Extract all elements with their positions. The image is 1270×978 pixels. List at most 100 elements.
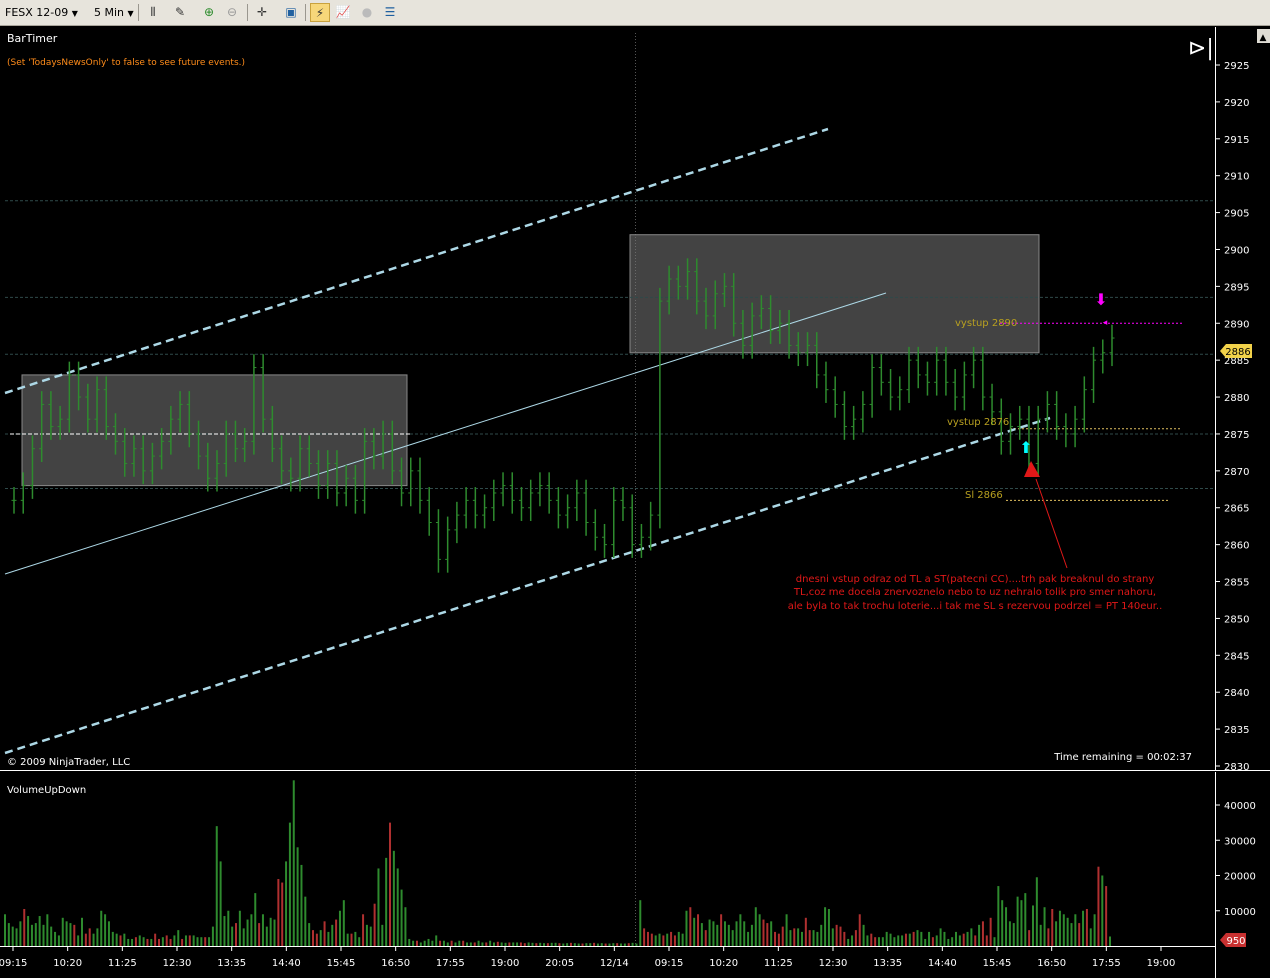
volume-bar <box>889 933 892 946</box>
volume-bar <box>215 826 218 946</box>
volume-bar <box>169 938 172 946</box>
volume-bar <box>489 940 492 946</box>
volume-bar <box>866 935 869 946</box>
volume-bar <box>743 921 746 946</box>
volume-bar <box>827 908 830 946</box>
volume-bar <box>670 931 673 946</box>
volume-bar <box>88 928 91 946</box>
volume-bar <box>789 930 792 946</box>
volume-bar <box>131 938 134 946</box>
zoom-out-icon[interactable]: ⊖ <box>222 3 242 22</box>
play-end-icon[interactable]: ⊳| <box>1188 36 1214 61</box>
exit-arrow-icon: ⬇ <box>1094 290 1107 309</box>
properties-icon[interactable]: ▣ <box>281 3 301 22</box>
volume-bar <box>924 938 927 946</box>
volume-bar <box>608 943 611 946</box>
indicators-icon[interactable]: 📈 <box>333 3 353 22</box>
price-tick-label: 2865 <box>1224 504 1249 515</box>
entry-annotation: vystup 2876 <box>947 417 1009 428</box>
volume-bar <box>485 942 488 946</box>
volume-bar <box>23 908 26 946</box>
volume-bar <box>150 938 153 946</box>
volume-bar <box>111 931 114 946</box>
volume-bar <box>415 940 418 946</box>
volume-bar <box>223 916 226 946</box>
volume-bar <box>881 937 884 946</box>
volume-bar <box>165 935 168 946</box>
draw-tool-icon[interactable]: ✎ <box>170 3 190 22</box>
volume-bar <box>1058 910 1061 946</box>
volume-bar <box>177 930 180 946</box>
volume-bar <box>785 914 788 946</box>
volume-bar <box>689 907 692 946</box>
data-box-icon[interactable]: ☰ <box>380 3 400 22</box>
volume-bar <box>981 921 984 946</box>
volume-bar <box>793 928 796 946</box>
volume-bar <box>385 857 388 946</box>
volume-bar <box>1005 907 1008 946</box>
volume-bar <box>466 942 469 946</box>
volume-bar <box>1051 908 1054 946</box>
volume-bar <box>804 917 807 946</box>
volume-bar <box>978 924 981 946</box>
time-remaining-label: Time remaining = 00:02:37 <box>1053 752 1192 763</box>
volume-bar <box>11 926 14 946</box>
volume-bar <box>219 861 222 946</box>
interval-label: 5 Min <box>94 6 125 19</box>
crosshair-icon[interactable]: ✛ <box>252 3 272 22</box>
volume-bar <box>7 923 10 946</box>
volume-bar <box>731 930 734 946</box>
instrument-selector[interactable]: FESX 12-09 ▼ <box>5 3 78 22</box>
news-note: (Set 'TodaysNewsOnly' to false to see fu… <box>7 58 245 68</box>
volume-bar <box>954 931 957 946</box>
volume-bar <box>204 937 207 946</box>
volume-bar <box>138 935 141 946</box>
volume-bar <box>34 923 37 946</box>
interval-selector[interactable]: 5 Min ▼ <box>94 3 134 22</box>
volume-bar <box>481 942 484 946</box>
volume-bar <box>38 916 41 946</box>
volume-bar <box>312 930 315 946</box>
volume-bar <box>369 926 372 946</box>
volume-bar <box>1070 923 1073 946</box>
volume-bar <box>196 937 199 946</box>
volume-bar <box>327 931 330 946</box>
volume-bar <box>134 937 137 946</box>
volume-bar <box>766 923 769 946</box>
volume-bar <box>439 940 442 946</box>
time-tick-label: 09:15 <box>655 958 684 969</box>
volume-bar <box>1082 910 1085 946</box>
zoom-in-icon[interactable]: ⊕ <box>199 3 219 22</box>
disabled-icon[interactable]: ● <box>357 3 377 22</box>
price-tick-label: 2840 <box>1224 688 1249 699</box>
time-tick-label: 11:25 <box>764 958 793 969</box>
volume-bar <box>1024 893 1027 946</box>
volume-bar <box>877 937 880 946</box>
volume-bar <box>173 935 176 946</box>
volume-bar <box>469 942 472 946</box>
price-tick-label: 2895 <box>1224 282 1249 293</box>
comment-line-2: TL,coz me docela znervoznelo nebo to uz … <box>793 587 1156 598</box>
volume-bar <box>1016 896 1019 946</box>
volume-bar <box>412 940 415 946</box>
volume-bar <box>885 931 888 946</box>
volume-bar <box>700 923 703 946</box>
volume-bar <box>208 937 211 946</box>
volume-bar <box>1012 923 1015 946</box>
volume-bar <box>558 943 561 946</box>
strategy-icon[interactable]: ⚡ <box>310 3 330 22</box>
time-tick-label: 19:00 <box>1147 958 1176 969</box>
volume-bar <box>235 923 238 946</box>
volume-bar <box>446 942 449 946</box>
volume-bar <box>931 937 934 946</box>
volume-bar <box>381 924 384 946</box>
volume-bar <box>265 926 268 946</box>
volume-bar <box>970 928 973 946</box>
volume-bar <box>365 924 368 946</box>
volume-bar <box>643 928 646 946</box>
volume-bar <box>904 933 907 946</box>
volume-bar <box>754 907 757 946</box>
volume-bar <box>519 942 522 946</box>
bar-type-icon[interactable]: ⫴ <box>143 3 163 22</box>
time-tick-label: 14:40 <box>272 958 301 969</box>
